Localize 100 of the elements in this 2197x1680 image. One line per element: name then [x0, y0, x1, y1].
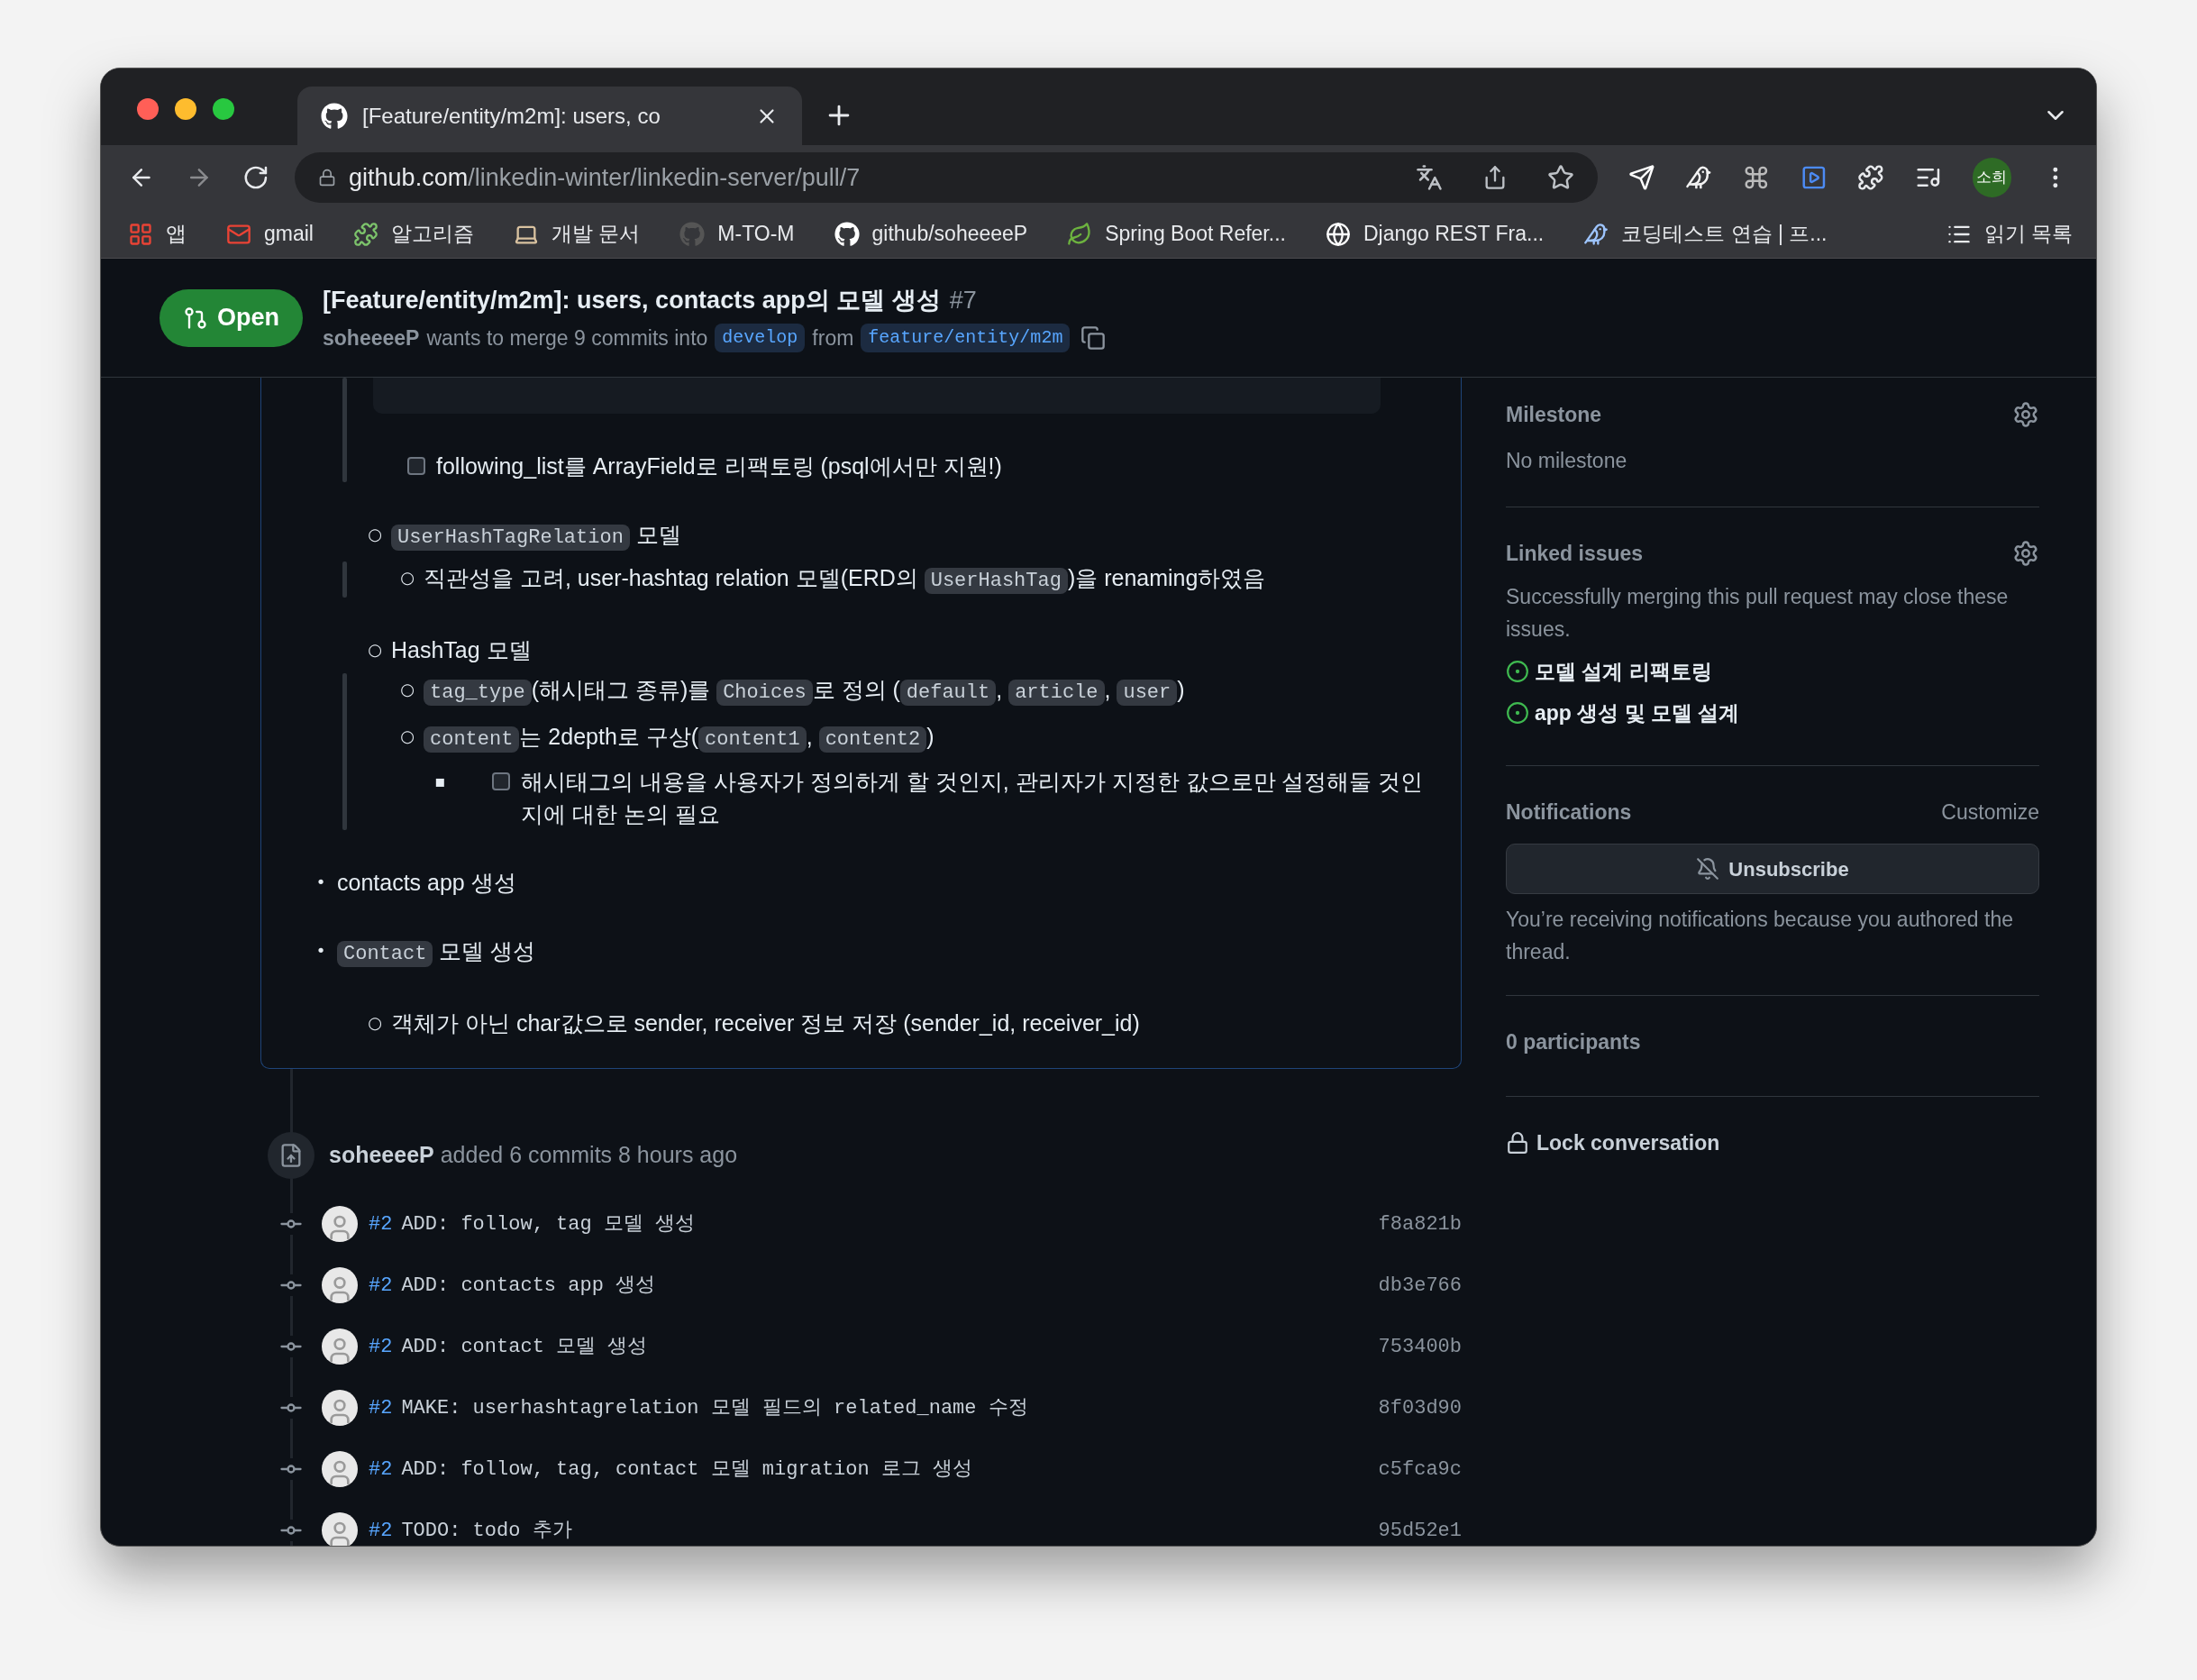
commit-sha[interactable]: 753400b [1378, 1331, 1462, 1362]
url-text: github.com/linkedin-winter/linkedin-server/pull/7 [349, 162, 861, 193]
state-badge: Open [160, 288, 303, 347]
issue-link[interactable]: #2 [369, 1331, 393, 1362]
puzzle-icon [352, 221, 378, 247]
pr-number: #7 [949, 286, 977, 315]
bookmark[interactable]: Spring Boot Refer... [1067, 218, 1286, 250]
paper-plane-icon[interactable] [1627, 164, 1655, 191]
tab-title: [Feature/entity/m2m]: users, co [362, 102, 661, 130]
commit-sha[interactable]: 8f03d90 [1378, 1392, 1462, 1423]
checkbox[interactable] [407, 457, 425, 475]
list-bullet: ○ [368, 524, 382, 545]
pr-title: [Feature/entity/m2m]: users, contacts app의 모델 생성 [323, 286, 941, 315]
settings-icon[interactable] [2012, 540, 2039, 568]
avatar[interactable] [322, 1206, 358, 1242]
lock-conversation-link[interactable]: Lock conversation [1536, 1127, 1720, 1158]
bird-icon [1583, 221, 1609, 247]
merge-text: from [812, 324, 854, 352]
minimize-window-button[interactable] [175, 97, 196, 120]
avatar[interactable] [322, 1328, 358, 1365]
list-bullet: ○ [400, 679, 415, 700]
event-text: soheeeeP added 6 commits 8 hours ago [329, 1141, 738, 1170]
list-bullet: • [315, 872, 326, 893]
commit-sha[interactable]: f8a821b [1378, 1209, 1462, 1239]
maximize-window-button[interactable] [213, 97, 234, 120]
list-item-text: HashTag 모델 [391, 637, 532, 662]
commit-sha[interactable]: 95d52e1 [1378, 1515, 1462, 1546]
list-bullet: ○ [400, 567, 415, 589]
grid-icon [128, 221, 153, 247]
checkbox[interactable] [492, 772, 510, 790]
section-heading: Milestone [1506, 402, 1602, 428]
close-window-button[interactable] [137, 97, 159, 120]
bookmark[interactable]: github/soheeeeP [834, 218, 1028, 250]
linked-issue[interactable]: app 생성 및 모델 설계 [1535, 698, 1740, 729]
list-item-text: 해시태그의 내용을 사용자가 정의하게 할 것인지, 관리자가 지정한 값으로만 설정해둘 것인지에 대한 논의 필요 [521, 768, 1425, 828]
linked-issue[interactable]: 모델 설계 리팩토링 [1535, 655, 1712, 687]
reading-list-button[interactable]: 읽기 목록 [1946, 218, 2073, 250]
avatar[interactable] [322, 1267, 358, 1303]
address-bar[interactable]: github.com/linkedin-winter/linkedin-server/pull/7 [295, 152, 1598, 203]
github-icon [679, 221, 706, 247]
commit-sha[interactable]: c5fca9c [1378, 1454, 1462, 1484]
bird-icon[interactable] [1685, 164, 1712, 191]
bookmark[interactable]: 코딩테스트 연습 | 프... [1583, 218, 1828, 250]
list-bullet: ○ [368, 639, 382, 661]
section-heading: Notifications [1506, 799, 1632, 826]
list-item-text: contacts app 생성 [337, 870, 516, 895]
pull-request-icon [183, 305, 208, 331]
bell-off-icon [1696, 857, 1720, 881]
bookmark[interactable]: 앱 [128, 218, 187, 250]
commit-message[interactable]: ADD: follow, tag, contact 모델 migration 로그 생성 [401, 1454, 973, 1484]
play-icon[interactable] [1800, 164, 1828, 191]
avatar[interactable] [322, 1390, 358, 1426]
branch-label[interactable]: feature/entity/m2m [861, 323, 1071, 352]
bookmark[interactable]: 개발 문서 [513, 218, 641, 250]
commit-message[interactable]: ADD: contact 모델 생성 [401, 1331, 648, 1362]
branch-label[interactable]: develop [715, 323, 806, 352]
author-name[interactable]: soheeeeP [323, 322, 420, 353]
issue-link[interactable]: #2 [369, 1454, 393, 1484]
milestone-value: No milestone [1506, 447, 1628, 474]
customize-link[interactable]: Customize [1941, 796, 2039, 827]
unsubscribe-button[interactable]: Unsubscribe [1506, 844, 2039, 894]
notifications-note: You’re receiving notifications because you authored the thread. [1506, 907, 2015, 965]
browser-tab[interactable]: [Feature/entity/m2m]: users, co [297, 87, 802, 145]
profile-avatar[interactable]: 소희 [1972, 158, 2012, 197]
avatar[interactable] [322, 1512, 358, 1546]
bookmark[interactable]: 알고리즘 [352, 218, 474, 250]
commit-message[interactable]: ADD: contacts app 생성 [401, 1270, 656, 1301]
issue-link[interactable]: #2 [369, 1392, 393, 1423]
issue-link[interactable]: #2 [369, 1515, 393, 1546]
issue-link[interactable]: #2 [369, 1270, 393, 1301]
star-icon[interactable] [1546, 164, 1574, 191]
list-item-text: following_list를 ArrayField로 리팩토링 (psql에서만 지원!) [436, 452, 1002, 480]
section-heading: Linked issues [1506, 541, 1644, 567]
lock-icon [1506, 1130, 1529, 1155]
list-item-text: 객체가 아닌 char값으로 sender, receiver 정보 저장 (sender_id, receiver_id) [391, 1010, 1140, 1036]
leaf-icon [1067, 221, 1093, 247]
bookmark[interactable]: gmail [226, 218, 314, 250]
issue-link[interactable]: #2 [369, 1209, 393, 1239]
list-bullet: ○ [368, 1012, 382, 1034]
participants-count: 0 participants [1506, 1030, 1641, 1054]
puzzle-icon[interactable] [1857, 164, 1885, 191]
merge-text: wants to merge 9 commits into [426, 324, 708, 352]
copy-icon[interactable] [1080, 324, 1107, 351]
settings-icon[interactable] [2012, 401, 2039, 429]
command-icon[interactable] [1742, 164, 1770, 191]
bookmark[interactable]: Django REST Fra... [1325, 218, 1545, 250]
lock-icon [318, 169, 337, 187]
avatar[interactable] [322, 1451, 358, 1487]
commit-sha[interactable]: db3e766 [1378, 1270, 1462, 1301]
commit-message[interactable]: MAKE: userhashtagrelation 모델 필드의 related_name 수정 [401, 1392, 1028, 1423]
list-bullet: ▪ [433, 771, 446, 792]
list-bullet: ○ [400, 726, 415, 747]
commit-message[interactable]: ADD: follow, tag 모델 생성 [401, 1209, 696, 1239]
linked-issues-note: Successfully merging this pull request may close these issues. [1506, 583, 2010, 643]
bookmark[interactable]: M-TO-M [679, 218, 795, 250]
github-icon [321, 102, 348, 130]
translate-icon[interactable] [1415, 164, 1443, 191]
open-issue-icon [1506, 701, 1529, 726]
commit-message[interactable]: TODO: todo 추가 [401, 1515, 572, 1546]
list-bullet: • [315, 940, 326, 962]
